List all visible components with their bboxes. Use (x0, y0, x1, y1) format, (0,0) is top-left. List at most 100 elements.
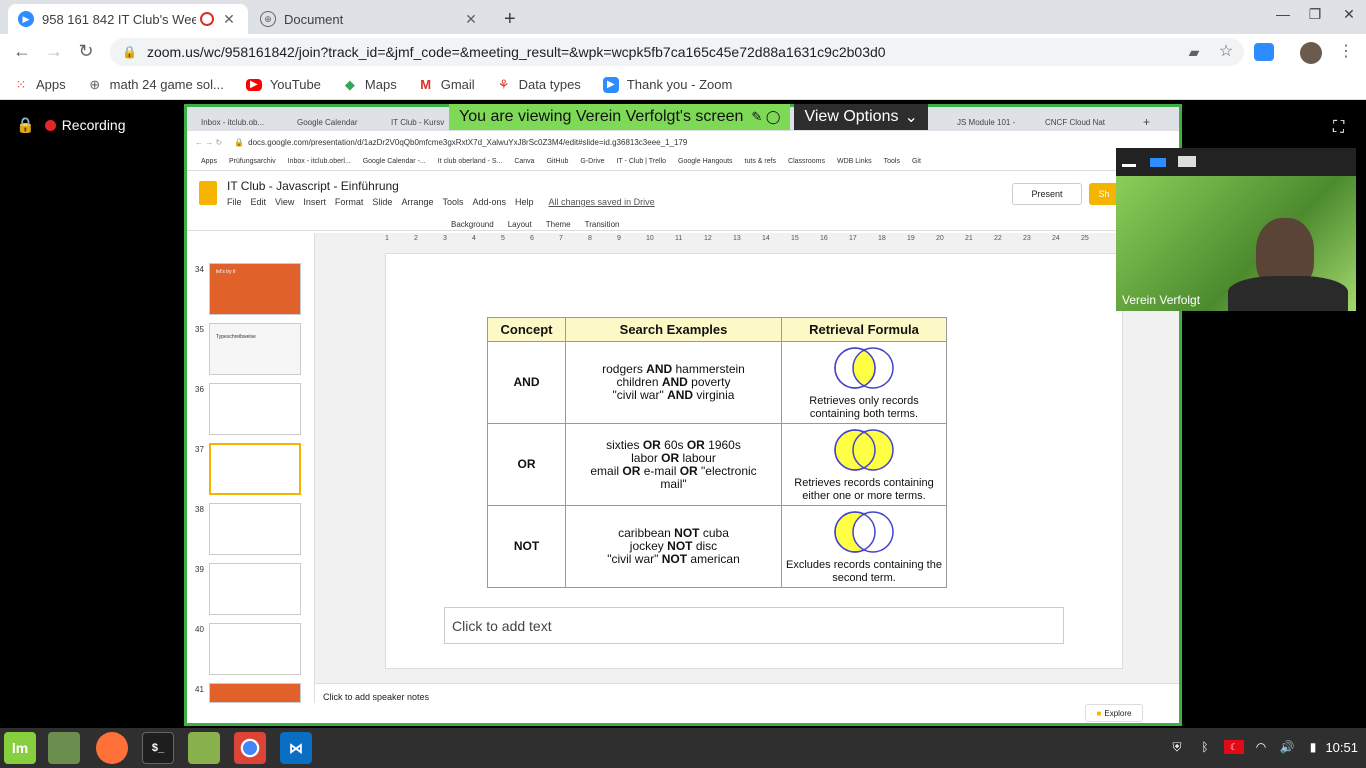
restore-window-icon[interactable]: ❐ (1300, 6, 1330, 23)
speaker-view-icon[interactable] (1150, 158, 1166, 167)
example-term: "civil war" (612, 388, 668, 402)
shared-bookmark: Tools (883, 158, 900, 165)
address-bar[interactable]: 🔒 zoom.us/wc/958161842/join?track_id=&jm… (110, 38, 1244, 66)
apps-grid-icon: ⁙ (15, 76, 27, 92)
globe-icon: ⊕ (260, 11, 276, 27)
shield-icon[interactable]: ⛨ (1168, 738, 1186, 756)
record-dot-icon (44, 119, 56, 131)
ruler-number: 3 (443, 235, 447, 242)
present-label: Present (1031, 189, 1063, 199)
example-term: jockey (629, 539, 668, 553)
formula-cell: Retrieves records containing either one … (781, 423, 947, 506)
tab-document[interactable]: ⊕ Document ✕ (250, 4, 490, 34)
toolbar-layout: Layout (507, 219, 532, 229)
ruler-number: 24 (1052, 235, 1060, 242)
vscode-icon[interactable]: ⋈ (280, 732, 312, 764)
bookmark-apps[interactable]: ⁙ Apps (14, 76, 66, 93)
maps-pin-icon: ◆ (344, 76, 355, 92)
example-line: mail" (566, 477, 781, 491)
keyboard-layout-flag-icon[interactable]: ☾ (1224, 740, 1244, 754)
boolean-operator: AND (667, 388, 694, 402)
ruler-number: 4 (472, 235, 476, 242)
bookmark-youtube[interactable]: ▶ YouTube (245, 77, 321, 92)
ruler-number: 17 (849, 235, 857, 242)
slide-number: 34 (195, 265, 204, 274)
forward-icon[interactable]: → (42, 41, 66, 62)
boolean-operator: OR (686, 437, 705, 452)
tab-zoom-meeting[interactable]: ▶ 958 161 842 IT Club's Weel ✕ (8, 4, 248, 34)
chrome-icon[interactable] (234, 732, 266, 764)
example-term: labour (679, 450, 716, 465)
battery-icon[interactable]: ▮ (1304, 738, 1322, 756)
globe-icon: ⊕ (89, 76, 101, 92)
minimize-video-icon[interactable] (1122, 164, 1136, 167)
slide-number: 37 (195, 445, 204, 454)
volume-icon[interactable]: 🔊 (1278, 738, 1296, 756)
gallery-view-icon[interactable] (1178, 156, 1196, 167)
example-term: 1960s (704, 437, 741, 452)
slides-menu-bar: File Edit View Insert Format Slide Arran… (227, 197, 655, 207)
slide-thumbnail (209, 623, 301, 675)
bluetooth-icon[interactable]: ᛒ (1196, 738, 1214, 756)
ruler-number: 19 (907, 235, 915, 242)
slide-thumbnail (209, 683, 301, 703)
bookmark-gmail[interactable]: M Gmail (419, 77, 475, 92)
bookmark-label: math 24 game sol... (109, 77, 224, 92)
bookmark-data-types[interactable]: ⚘ Data types (497, 77, 581, 93)
close-tab-icon[interactable]: ✕ (220, 11, 238, 28)
slide-thumbnail: let's try it (209, 263, 301, 315)
boolean-operator: NOT (674, 526, 700, 540)
menu-insert: Insert (303, 197, 326, 207)
participant-name: Verein Verfolgt (1122, 293, 1201, 307)
camera-icon[interactable]: ▰ (1182, 44, 1206, 61)
bookmark-math24[interactable]: ⊕ math 24 game sol... (88, 76, 224, 93)
speaker-notes: Click to add speaker notes ■ Explore (315, 683, 1179, 723)
ruler-number: 8 (588, 235, 592, 242)
shared-bookmark: Canva (514, 158, 535, 165)
example-term: american (687, 552, 740, 566)
bookmark-star-icon[interactable]: ☆ (1214, 41, 1238, 61)
fullscreen-icon[interactable]: ⛶ (1333, 119, 1344, 137)
view-options-button[interactable]: View Options ⌄ (794, 104, 928, 130)
close-tab-icon[interactable]: ✕ (462, 11, 480, 28)
bookmark-label: Gmail (440, 77, 475, 92)
reload-icon[interactable]: ↻ (74, 41, 98, 62)
ruler-number: 7 (559, 235, 563, 242)
wifi-icon[interactable]: ◠ (1252, 738, 1270, 756)
boolean-operator: OR (622, 463, 641, 478)
example-term: caribbean (618, 526, 675, 540)
files-icon[interactable] (188, 732, 220, 764)
formula-text: Excludes records containing the second t… (786, 558, 942, 584)
bookmark-thank-you-zoom[interactable]: ▶ Thank you - Zoom (602, 76, 732, 93)
terminal-icon[interactable]: $_ (142, 732, 174, 764)
boolean-operator: NOT (661, 552, 688, 566)
example-term: virginia (693, 388, 735, 402)
ruler-number: 11 (675, 235, 683, 242)
slide-number: 40 (195, 625, 204, 634)
table-header-row: Concept Search Examples Retrieval Formul… (487, 317, 947, 342)
bookmark-label: Data types (518, 77, 581, 92)
new-tab-button[interactable]: + (494, 4, 524, 34)
mint-menu-icon[interactable]: lm (4, 732, 36, 764)
participant-video[interactable]: Verein Verfolgt (1116, 148, 1356, 311)
browser-tab-strip: ▶ 958 161 842 IT Club's Weel ✕ ⊕ Documen… (0, 0, 1366, 34)
menu-kebab-icon[interactable]: ⋮ (1334, 41, 1358, 61)
back-icon[interactable]: ← (10, 41, 34, 62)
clock[interactable]: 10:51 (1325, 740, 1358, 755)
recording-indicator: 🔒 Recording (16, 116, 126, 134)
show-desktop-icon[interactable] (48, 732, 80, 764)
example-term: rodgers (602, 362, 647, 376)
menu-format: Format (334, 197, 364, 207)
minimize-window-icon[interactable]: — (1268, 6, 1298, 22)
shared-bookmark: tuts & refs (744, 158, 777, 165)
shared-bookmark: GitHub (546, 158, 569, 165)
close-window-icon[interactable]: ✕ (1334, 6, 1364, 23)
profile-avatar[interactable] (1300, 42, 1322, 64)
ruler-number: 13 (733, 235, 741, 242)
participant-body (1228, 276, 1348, 311)
shared-screen: Inbox - itclub.ob... Google Calendar IT … (184, 104, 1182, 726)
bookmark-maps[interactable]: ◆ Maps (343, 76, 397, 93)
zoom-extension-icon[interactable] (1254, 43, 1274, 61)
firefox-icon[interactable] (96, 732, 128, 764)
lock-icon: 🔒 (234, 137, 245, 147)
